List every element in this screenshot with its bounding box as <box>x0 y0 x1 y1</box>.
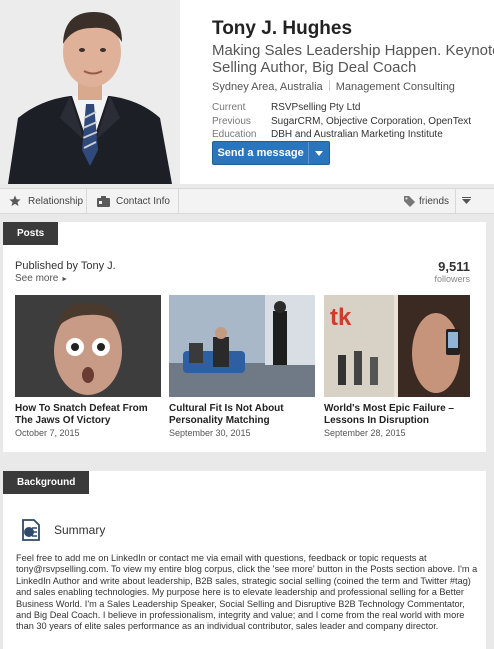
friends-label[interactable]: friends <box>419 196 449 207</box>
divider <box>455 189 456 213</box>
summary-text: Feel free to add me on LinkedIn or conta… <box>16 553 478 632</box>
friends-tag[interactable]: friends <box>404 189 449 213</box>
relationship-tab[interactable]: Relationship <box>9 189 83 213</box>
followers-label: followers <box>434 274 470 284</box>
post-title[interactable]: How To Snatch Defeat From The Jaws Of Vi… <box>15 403 161 427</box>
previous-row: Previous SugarCRM, Objective Corporation,… <box>212 115 471 129</box>
industry-link[interactable]: Management Consulting <box>336 81 455 93</box>
summary-document-icon <box>20 519 42 541</box>
post-card[interactable]: tk World's Most Epic Failure – Lessons I… <box>324 295 470 438</box>
current-row: Current RSVPselling Pty Ltd <box>212 101 471 115</box>
post-thumbnail[interactable]: tk <box>324 295 470 397</box>
location-row: Sydney Area, Australia Management Consult… <box>212 80 455 93</box>
current-label: Current <box>212 102 246 113</box>
star-icon <box>9 195 21 206</box>
current-value[interactable]: RSVPselling Pty Ltd <box>271 102 361 113</box>
previous-value[interactable]: SugarCRM, Objective Corporation, OpenTex… <box>271 116 471 127</box>
posts-section: Posts Published by Tony J. See more ► 9,… <box>3 222 486 452</box>
post-card[interactable]: How To Snatch Defeat From The Jaws Of Vi… <box>15 295 161 438</box>
send-message-label[interactable]: Send a message <box>213 147 308 159</box>
relationship-label[interactable]: Relationship <box>28 196 83 207</box>
location-link[interactable]: Sydney Area, Australia <box>212 81 323 93</box>
see-more-link[interactable]: See more ► <box>15 273 68 284</box>
post-thumbnail[interactable] <box>15 295 161 397</box>
posts-section-header: Posts <box>3 222 58 245</box>
post-card[interactable]: Cultural Fit Is Not About Personality Ma… <box>169 295 315 438</box>
divider <box>86 189 87 213</box>
post-date: September 28, 2015 <box>324 428 406 438</box>
profile-headline: Making Sales Leadership Happen. Keynote … <box>212 42 494 76</box>
send-message-button[interactable]: Send a message <box>212 141 330 165</box>
chevron-right-icon: ► <box>61 276 69 283</box>
background-section-header: Background <box>3 471 89 494</box>
summary-title: Summary <box>54 523 106 537</box>
tag-icon <box>404 195 415 207</box>
headline-line-1: Making Sales Leadership Happen. Keynote … <box>212 42 494 59</box>
message-options-dropdown[interactable] <box>308 142 329 164</box>
background-section: Background Summary Feel free to add me o… <box>3 471 486 649</box>
profile-facts: Current RSVPselling Pty Ltd Previous Sugar… <box>212 101 471 142</box>
previous-label: Previous <box>212 115 251 127</box>
post-date: October 7, 2015 <box>15 428 80 438</box>
contact-card-icon <box>97 195 110 207</box>
svg-text:tk: tk <box>330 304 352 331</box>
post-date: September 30, 2015 <box>169 428 251 438</box>
divider <box>178 189 179 213</box>
education-row: Education DBH and Australian Marketing In… <box>212 128 471 142</box>
post-title[interactable]: Cultural Fit Is Not About Personality Ma… <box>169 403 315 427</box>
see-more-label[interactable]: See more <box>15 273 58 284</box>
relationship-bar: Relationship Contact Info friends <box>0 188 494 214</box>
contact-info-tab[interactable]: Contact Info <box>97 189 170 213</box>
education-value[interactable]: DBH and Australian Marketing Institute <box>271 129 443 140</box>
relationship-dropdown[interactable] <box>462 189 471 213</box>
published-by: Published by Tony J. <box>15 260 116 272</box>
post-title[interactable]: World's Most Epic Failure – Lessons In D… <box>324 403 470 427</box>
profile-photo[interactable] <box>0 0 180 184</box>
chevron-down-icon <box>315 150 324 156</box>
education-label: Education <box>212 129 257 140</box>
chevron-down-icon <box>462 197 471 204</box>
profile-header-card: Tony J. Hughes Making Sales Leadership H… <box>0 0 494 184</box>
profile-name: Tony J. Hughes <box>212 18 353 39</box>
headline-line-2: Selling Author, Big Deal Coach <box>212 59 417 76</box>
divider <box>328 80 330 91</box>
followers-count: 9,511 <box>438 259 470 274</box>
post-thumbnail[interactable] <box>169 295 315 397</box>
contact-info-label[interactable]: Contact Info <box>116 196 170 207</box>
